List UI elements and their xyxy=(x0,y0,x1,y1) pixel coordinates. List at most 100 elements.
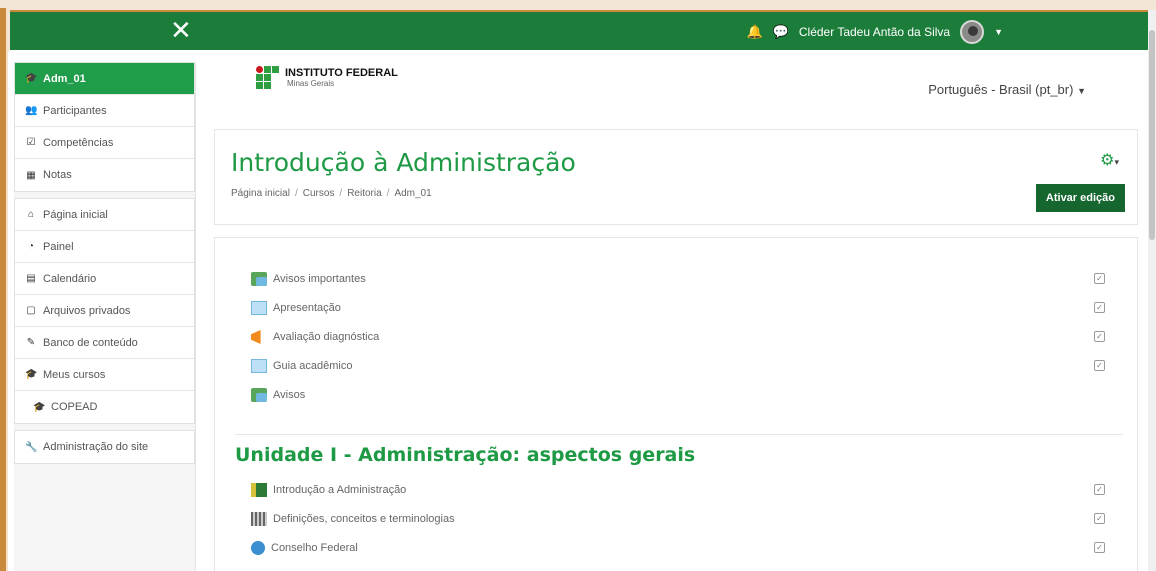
breadcrumb-item[interactable]: Reitoria xyxy=(347,188,381,199)
sidebar-item-label: Página inicial xyxy=(43,208,108,221)
sidebar-item-label: Adm_01 xyxy=(43,72,86,85)
avatar[interactable] xyxy=(960,20,985,44)
sidebar-group-nav: ⌂ Página inicial ◔ Painel ▤ Calendário ▢… xyxy=(14,198,195,424)
language-selector[interactable]: Português - Brasil (pt_br) ▼ xyxy=(928,82,1086,97)
sidebar-item-label: Notas xyxy=(43,169,72,181)
sidebar-item-label: Competências xyxy=(43,136,114,149)
completion-checkbox[interactable]: ✓ xyxy=(1094,484,1105,495)
sidebar-item-calendario[interactable]: ▤ Calendário xyxy=(15,263,194,295)
sidebar-item-copead[interactable]: 🎓 COPEAD xyxy=(15,391,194,423)
breadcrumb-item[interactable]: Cursos xyxy=(303,188,335,199)
activity-link[interactable]: Guia acadêmico xyxy=(251,356,353,376)
scrollbar-thumb[interactable] xyxy=(1149,30,1155,240)
glossary-icon xyxy=(251,512,267,526)
forum-icon xyxy=(251,388,267,402)
bell-icon[interactable]: 🔔 xyxy=(746,24,762,40)
breadcrumb-separator: / xyxy=(386,188,390,199)
section-title[interactable]: Unidade I - Administração: aspectos gera… xyxy=(235,444,695,466)
completion-checkbox[interactable]: ✓ xyxy=(1094,331,1105,342)
graduation-cap-icon: 🎓 xyxy=(33,401,46,413)
completion-checkbox[interactable]: ✓ xyxy=(1094,513,1105,524)
sidebar-item-participantes[interactable]: 👥 Participantes xyxy=(15,95,194,127)
institution-logo[interactable]: INSTITUTO FEDERAL Minas Gerais xyxy=(256,66,398,89)
course-content-card: Avisos importantes ✓ Apresentação ✓ Aval… xyxy=(214,237,1138,571)
sidebar-item-pagina-inicial[interactable]: ⌂ Página inicial xyxy=(15,199,194,231)
completion-checkbox[interactable]: ✓ xyxy=(1094,273,1105,284)
sidebar-item-label: Participantes xyxy=(43,104,107,117)
gear-icon: ⚙ xyxy=(1100,150,1115,169)
users-icon: 👥 xyxy=(25,105,38,116)
home-icon: ⌂ xyxy=(27,209,35,220)
sidebar-group-admin: 🔧 Administração do site xyxy=(14,430,195,464)
graduation-cap-icon: 🎓 xyxy=(25,369,38,380)
sidebar-item-banco-de-conteudo[interactable]: ✎ Banco de conteúdo xyxy=(15,327,194,359)
activity-link[interactable]: Avisos importantes xyxy=(251,269,366,289)
activity-label: Guia acadêmico xyxy=(273,360,353,372)
sidebar-item-adm01[interactable]: 🎓 Adm_01 xyxy=(15,63,194,95)
sidebar-item-arquivos-privados[interactable]: ▢ Arquivos privados xyxy=(15,295,194,327)
sidebar-item-competencias[interactable]: ☑ Competências xyxy=(15,127,194,159)
chevron-down-icon: ▼ xyxy=(1077,86,1086,96)
file-icon: ▢ xyxy=(26,305,36,316)
activity-link[interactable]: Avaliação diagnóstica xyxy=(251,327,379,347)
url-icon xyxy=(251,541,265,555)
table-icon: ▦ xyxy=(26,169,36,181)
breadcrumb-separator: / xyxy=(339,188,343,199)
activity-link[interactable]: Avisos xyxy=(251,385,305,405)
brush-icon: ✎ xyxy=(26,337,36,348)
activity-label: Avaliação diagnóstica xyxy=(273,331,380,343)
activity-link[interactable]: Introdução a Administração xyxy=(251,480,406,500)
activity-link[interactable]: Conselho Federal xyxy=(251,538,358,558)
sidebar-item-notas[interactable]: ▦ Notas xyxy=(15,159,194,191)
logo-mark-icon xyxy=(256,66,279,89)
breadcrumb: Página inicial / Cursos / Reitoria / Adm_01 xyxy=(231,188,432,199)
gear-menu[interactable]: ⚙▾ xyxy=(1100,150,1119,169)
sidebar-group-course: 🎓 Adm_01 👥 Participantes ☑ Competências … xyxy=(14,62,195,192)
sidebar-item-painel[interactable]: ◔ Painel xyxy=(15,231,194,263)
logo-text: INSTITUTO FEDERAL Minas Gerais xyxy=(285,67,398,88)
completion-checkbox[interactable]: ✓ xyxy=(1094,360,1105,371)
dashboard-icon: ◔ xyxy=(27,241,35,252)
page-scrollbar[interactable] xyxy=(1148,10,1156,571)
chat-icon[interactable]: 💬 xyxy=(773,24,789,40)
check-square-icon: ☑ xyxy=(26,137,36,148)
completion-checkbox[interactable]: ✓ xyxy=(1094,302,1105,313)
section-divider xyxy=(235,434,1123,435)
sidebar-item-label: Banco de conteúdo xyxy=(43,336,138,349)
sidebar-item-label: Calendário xyxy=(43,272,97,285)
logo-subtitle: Minas Gerais xyxy=(287,79,335,88)
activity-link[interactable]: Definições, conceitos e terminologias xyxy=(251,509,455,529)
user-name[interactable]: Cléder Tadeu Antão da Silva xyxy=(799,25,950,39)
sidebar-item-meus-cursos[interactable]: 🎓 Meus cursos xyxy=(15,359,194,391)
activity-label: Conselho Federal xyxy=(271,542,358,554)
close-drawer-icon[interactable]: ✕ xyxy=(170,16,192,46)
activity-link[interactable]: Apresentação xyxy=(251,298,341,318)
breadcrumb-item[interactable]: Adm_01 xyxy=(394,188,431,199)
sidebar-item-label: Painel xyxy=(43,240,74,253)
sidebar-item-label: Administração do site xyxy=(43,441,149,453)
sidebar-item-label: COPEAD xyxy=(51,401,98,413)
activity-label: Apresentação xyxy=(273,302,341,314)
chevron-down-icon: ▾ xyxy=(1114,158,1119,168)
frame-left-edge xyxy=(0,8,8,571)
user-menu-area: 🔔 💬 Cléder Tadeu Antão da Silva ▼ xyxy=(746,12,1003,52)
activity-label: Avisos importantes xyxy=(273,273,366,285)
breadcrumb-separator: / xyxy=(294,188,298,199)
enable-editing-button[interactable]: Ativar edição xyxy=(1035,184,1125,212)
book-icon xyxy=(251,483,267,497)
feedback-icon xyxy=(251,330,261,344)
activity-label: Definições, conceitos e terminologias xyxy=(273,513,455,525)
sidebar: 🎓 Adm_01 👥 Participantes ☑ Competências … xyxy=(14,62,196,571)
frame-top-edge xyxy=(0,0,1156,10)
completion-checkbox[interactable]: ✓ xyxy=(1094,542,1105,553)
chevron-down-icon[interactable]: ▼ xyxy=(994,27,1003,37)
calendar-icon: ▤ xyxy=(26,273,36,284)
forum-icon xyxy=(251,272,267,286)
sidebar-item-administracao[interactable]: 🔧 Administração do site xyxy=(15,431,194,463)
breadcrumb-item[interactable]: Página inicial xyxy=(231,188,290,199)
language-label: Português - Brasil (pt_br) xyxy=(928,82,1074,97)
activity-label: Introdução a Administração xyxy=(273,484,407,496)
sidebar-item-label: Arquivos privados xyxy=(43,304,131,317)
logo-title: INSTITUTO FEDERAL xyxy=(285,67,398,79)
page-icon xyxy=(251,301,267,315)
